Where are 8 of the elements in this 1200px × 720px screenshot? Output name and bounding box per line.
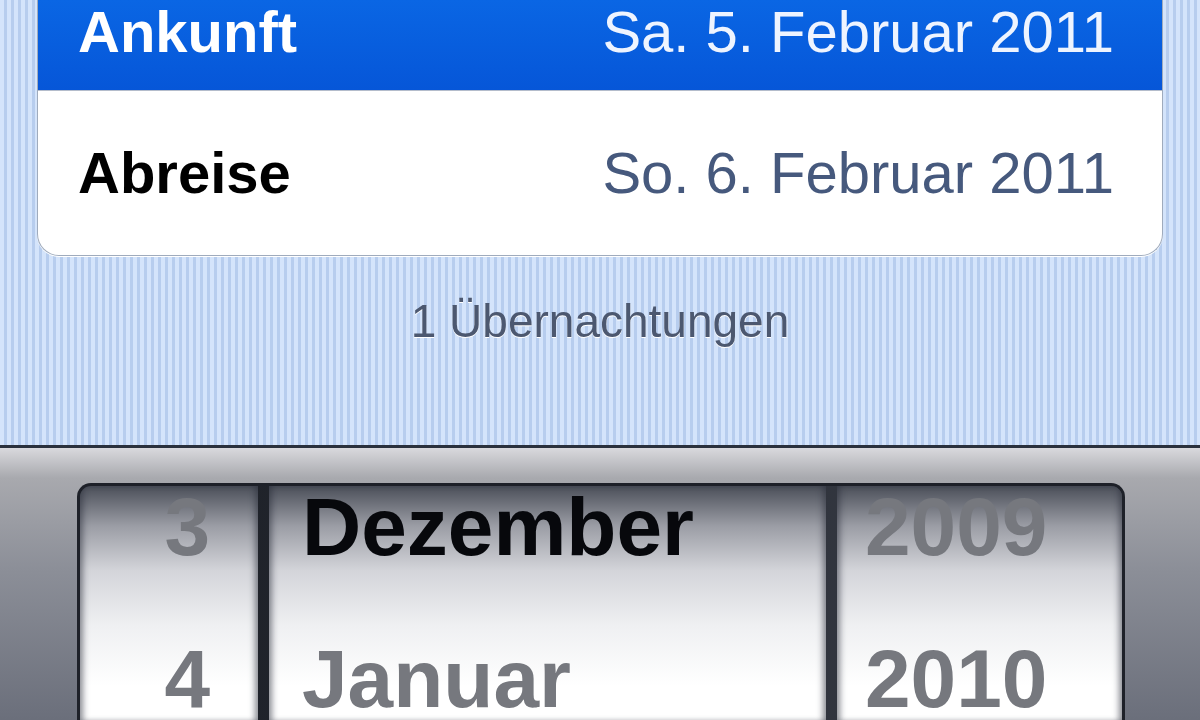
picker-item[interactable]: Dezember bbox=[302, 486, 694, 568]
nights-note: 1 Übernachtungen bbox=[410, 296, 790, 347]
date-row[interactable]: Ankunft Sa. 5. Februar 2011 bbox=[38, 0, 1162, 90]
row-value: So. 6. Februar 2011 bbox=[602, 142, 1114, 204]
row-value: Sa. 5. Februar 2011 bbox=[602, 2, 1114, 63]
date-row[interactable]: Abreise So. 6. Februar 2011 bbox=[38, 90, 1162, 255]
row-label: Ankunft bbox=[78, 2, 298, 63]
row-label: Abreise bbox=[78, 142, 291, 204]
